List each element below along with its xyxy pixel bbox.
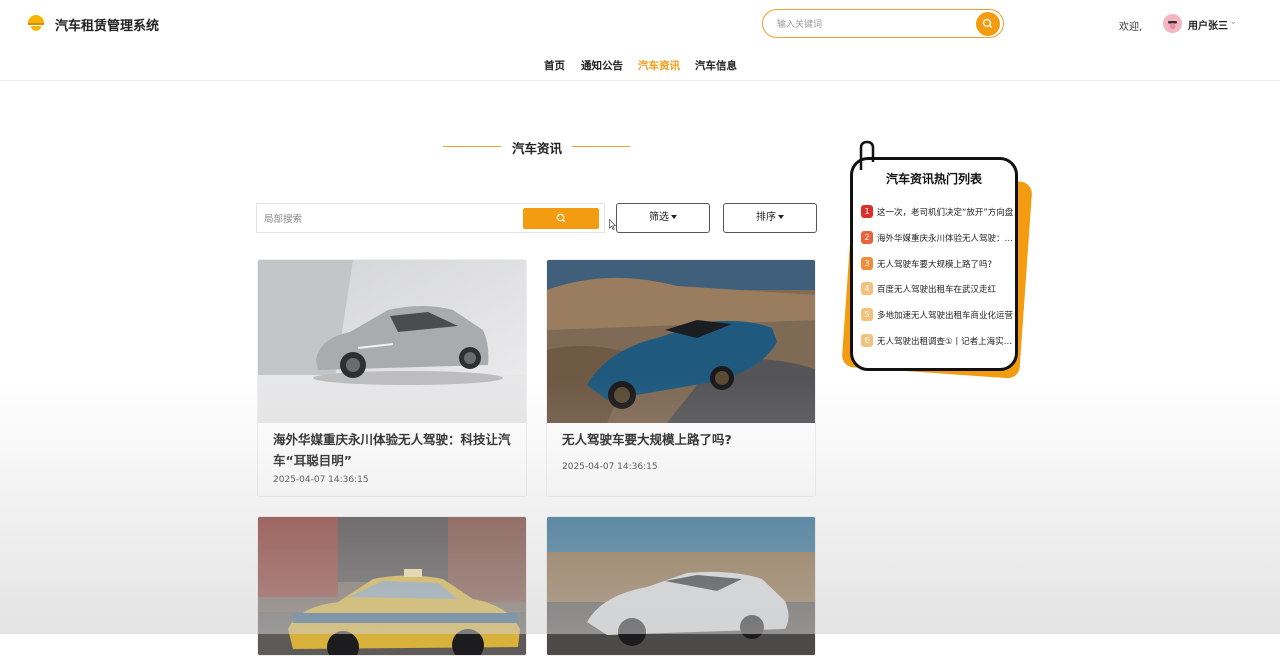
username[interactable]: 用户张三 <box>1188 17 1228 32</box>
hot-list-item[interactable]: 2 海外华媒重庆永川体验无人驾驶：科技让汽车“耳聪目明” <box>861 231 1014 245</box>
sort-button[interactable]: 排序 <box>723 203 817 233</box>
news-image-white-sports-car[interactable] <box>547 517 816 656</box>
news-card[interactable] <box>257 516 527 656</box>
hot-list-card: 汽车资讯热门列表 1 这一次，老司机们决定“放开”方向盘 2 海外华媒重庆永川体… <box>850 157 1018 371</box>
search-icon <box>982 18 992 28</box>
app-title: 汽车租赁管理系统 <box>55 19 160 34</box>
filter-button[interactable]: 筛选 <box>616 203 710 233</box>
rank-badge: 1 <box>861 205 873 218</box>
title-divider-right <box>572 146 630 147</box>
hot-list-item[interactable]: 4 百度无人驾驶出租车在武汉走红 <box>861 282 1013 296</box>
global-search-input[interactable] <box>775 15 969 35</box>
filter-label: 筛选 <box>649 212 669 223</box>
hot-list-title: 汽车资讯热门列表 <box>885 172 982 186</box>
clip-hook-icon <box>859 140 875 170</box>
local-search-button[interactable] <box>523 208 599 229</box>
rank-badge: 3 <box>861 257 873 270</box>
title-divider-left <box>443 146 501 147</box>
hot-list-panel: 汽车资讯热门列表 1 这一次，老司机们决定“放开”方向盘 2 海外华媒重庆永川体… <box>840 140 1035 385</box>
rank-badge: 6 <box>861 334 873 347</box>
rank-badge: 4 <box>861 282 873 295</box>
news-image-silver-suv[interactable] <box>258 260 527 423</box>
news-card-date: 2025-04-07 14:36:15 <box>273 475 369 485</box>
nav-item-car-info[interactable]: 汽车信息 <box>695 58 737 73</box>
page-title: 汽车资讯 <box>512 141 563 156</box>
global-search-button[interactable] <box>976 12 1000 36</box>
news-card-title[interactable]: 海外华媒重庆永川体验无人驾驶：科技让汽车“耳聪目明” <box>273 429 518 471</box>
welcome-text: 欢迎, <box>1119 22 1143 33</box>
local-search <box>256 203 605 233</box>
avatar[interactable] <box>1163 14 1182 33</box>
hot-list-item[interactable]: 1 这一次，老司机们决定“放开”方向盘 <box>861 205 1013 219</box>
news-image-blue-sports-car[interactable] <box>547 260 816 423</box>
nav-item-home[interactable]: 首页 <box>544 58 565 73</box>
news-card[interactable]: 海外华媒重庆永川体验无人驾驶：科技让汽车“耳聪目明” 2025-04-07 14… <box>257 259 527 497</box>
top-header: 汽车租赁管理系统 欢迎, 用户张三 ⌄ 首页 通知公告 汽车资讯 汽车信息 <box>0 0 1280 81</box>
news-card[interactable]: 无人驾驶车要大规模上路了吗? 2025-04-07 14:36:15 <box>546 259 816 497</box>
hot-list-item-text[interactable]: 海外华媒重庆永川体验无人驾驶：科技让汽车“耳聪目明” <box>877 232 1014 244</box>
global-search <box>762 9 1004 38</box>
rank-badge: 2 <box>861 231 873 244</box>
news-card-title[interactable]: 无人驾驶车要大规模上路了吗? <box>562 429 807 450</box>
chevron-down-icon[interactable]: ⌄ <box>1230 17 1237 26</box>
hot-list-item[interactable]: 3 无人驾驶车要大规模上路了吗? <box>861 257 1013 271</box>
hot-list-item[interactable]: 6 无人驾驶出租调查①丨记者上海实地体验 <box>861 334 1014 348</box>
local-search-input[interactable] <box>262 210 521 228</box>
sort-label: 排序 <box>756 212 776 223</box>
news-card-date: 2025-04-07 14:36:15 <box>562 462 658 472</box>
hot-list-item[interactable]: 5 多地加速无人驾驶出租车商业化运营 <box>861 308 1013 322</box>
news-card[interactable] <box>546 516 816 656</box>
news-image-taxi[interactable] <box>258 517 527 656</box>
user-avatar-icon <box>1163 14 1182 33</box>
hot-list-item-text[interactable]: 多地加速无人驾驶出租车商业化运营 <box>877 309 1014 321</box>
nav-item-notices[interactable]: 通知公告 <box>581 58 623 73</box>
hot-list-item-text[interactable]: 无人驾驶车要大规模上路了吗? <box>877 258 1014 270</box>
hot-list-item-text[interactable]: 这一次，老司机们决定“放开”方向盘 <box>877 206 1014 218</box>
nav-item-car-news[interactable]: 汽车资讯 <box>638 58 680 73</box>
main-nav: 首页 通知公告 汽车资讯 汽车信息 <box>0 58 1280 72</box>
umbrella-logo-icon <box>28 15 44 31</box>
hot-list-item-text[interactable]: 无人驾驶出租调查①丨记者上海实地体验 <box>877 335 1014 347</box>
caret-down-icon <box>778 215 784 219</box>
caret-down-icon <box>671 215 677 219</box>
search-icon <box>556 213 566 223</box>
rank-badge: 5 <box>861 308 873 321</box>
hot-list-item-text[interactable]: 百度无人驾驶出租车在武汉走红 <box>877 283 1014 295</box>
